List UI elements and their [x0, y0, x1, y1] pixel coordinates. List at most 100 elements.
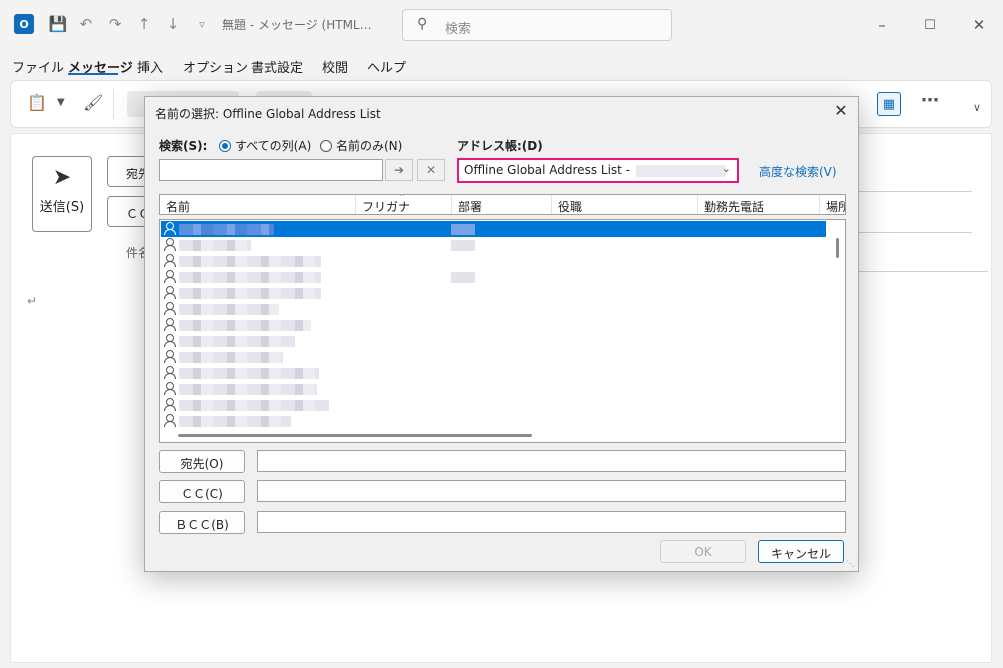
user-icon — [163, 222, 176, 235]
user-icon — [163, 382, 176, 395]
radio-name-only-indicator[interactable] — [320, 139, 332, 152]
list-item[interactable] — [161, 397, 826, 413]
bcc-recipient-field[interactable] — [257, 511, 846, 533]
user-icon — [163, 254, 176, 267]
vertical-scrollbar[interactable] — [836, 238, 839, 258]
user-icon — [163, 398, 176, 411]
menu-options[interactable]: オプション — [183, 57, 248, 76]
active-tab-indicator — [68, 73, 118, 75]
list-item[interactable] — [161, 285, 826, 301]
redacted-name — [179, 304, 279, 315]
radio-all-columns[interactable]: すべての列(A) — [219, 137, 311, 154]
column-business-phone[interactable]: 勤務先電話 — [698, 195, 820, 214]
to-recipient-field[interactable] — [257, 450, 846, 472]
search-label: 検索(S): — [159, 139, 208, 153]
list-item[interactable] — [161, 269, 826, 285]
addressbook-value: Offline Global Address List - — [464, 163, 631, 177]
addressbook-label: アドレス帳:(D) — [457, 139, 543, 153]
paste-dropdown-icon[interactable]: ▼ — [57, 97, 65, 108]
search-box[interactable]: ⚲ 検索 — [402, 9, 672, 41]
user-icon — [163, 414, 176, 427]
redo-icon[interactable]: ↷ — [105, 13, 125, 35]
minimize-icon[interactable]: – — [869, 12, 895, 38]
list-item[interactable] — [161, 301, 826, 317]
select-names-dialog: 名前の選択: Offline Global Address List ✕ 検索(… — [144, 96, 859, 572]
menu-help[interactable]: ヘルプ — [367, 57, 406, 76]
resize-grip-icon[interactable]: ⋱ — [846, 559, 856, 569]
arrow-down-icon[interactable]: ↓ — [163, 13, 183, 35]
window-title: 無題 - メッセージ (HTML… — [222, 18, 372, 32]
outlook-app-icon: O — [14, 14, 34, 34]
redacted-name — [179, 240, 251, 251]
list-item[interactable] — [161, 317, 826, 333]
cancel-button[interactable]: キャンセル — [758, 540, 844, 563]
ribbon-expand-icon[interactable]: ∨ — [973, 101, 981, 114]
menu-insert[interactable]: 挿入 — [137, 57, 163, 76]
cc-recipient-button[interactable]: ＣＣ(C) — [159, 480, 245, 503]
user-icon — [163, 270, 176, 283]
user-icon — [163, 238, 176, 251]
dialog-close-icon[interactable]: ✕ — [830, 99, 852, 121]
redacted-name — [179, 352, 283, 363]
paragraph-mark-icon[interactable]: ↵ — [27, 294, 37, 308]
paste-icon[interactable]: 📋 — [27, 93, 47, 112]
sort-caret-icon: ⌃ — [398, 194, 406, 203]
list-item[interactable] — [161, 381, 826, 397]
list-item[interactable] — [161, 237, 826, 253]
search-input[interactable] — [159, 159, 383, 181]
radio-name-only[interactable]: 名前のみ(N) — [320, 137, 402, 154]
send-label: 送信(S) — [39, 200, 85, 215]
cc-button[interactable]: ＣＣ — [107, 196, 147, 227]
menu-file[interactable]: ファイル — [12, 57, 64, 76]
close-window-icon[interactable]: ✕ — [966, 12, 992, 38]
more-options-icon[interactable]: ⋯ — [921, 90, 939, 111]
format-painter-icon[interactable]: 🖌 — [83, 93, 103, 112]
to-button[interactable]: 宛先 — [107, 156, 147, 187]
list-item[interactable] — [161, 365, 826, 381]
save-icon[interactable]: 💾 — [48, 13, 68, 35]
bcc-recipient-button[interactable]: ＢＣＣ(B) — [159, 511, 245, 534]
user-icon — [163, 350, 176, 363]
user-icon — [163, 302, 176, 315]
send-icon: ➤ — [52, 165, 72, 190]
redacted-name — [179, 416, 291, 427]
customize-quick-access-icon[interactable]: ▿ — [192, 13, 212, 35]
user-icon — [163, 334, 176, 347]
column-department[interactable]: 部署 — [452, 195, 552, 214]
column-location[interactable]: 場所 — [820, 195, 845, 214]
redacted-name — [179, 368, 319, 379]
radio-all-columns-indicator[interactable] — [219, 139, 231, 152]
maximize-icon[interactable]: ☐ — [917, 12, 943, 38]
search-placeholder: 検索 — [445, 22, 472, 37]
clear-search-icon[interactable]: ✕ — [417, 159, 445, 181]
ok-button[interactable]: OK — [660, 540, 746, 563]
column-name[interactable]: 名前 — [160, 195, 356, 214]
column-title[interactable]: 役職 — [552, 195, 698, 214]
cc-recipient-field[interactable] — [257, 480, 846, 502]
redacted-name — [179, 400, 329, 411]
address-list[interactable] — [159, 219, 846, 443]
go-arrow-icon[interactable]: ➔ — [385, 159, 413, 181]
advanced-search-link[interactable]: 高度な検索(V) — [759, 163, 837, 180]
send-button[interactable]: ➤ 送信(S) — [32, 156, 92, 232]
ribbon-separator — [113, 89, 114, 119]
menu-format[interactable]: 書式設定 — [251, 57, 303, 76]
list-item[interactable] — [161, 253, 826, 269]
user-icon — [163, 286, 176, 299]
undo-icon[interactable]: ↶ — [76, 13, 96, 35]
list-item[interactable] — [161, 413, 826, 429]
menu-review[interactable]: 校閲 — [322, 57, 348, 76]
horizontal-scrollbar[interactable] — [178, 434, 532, 437]
addressbook-select[interactable]: Offline Global Address List - ⌄ — [457, 158, 739, 183]
apps-grid-icon[interactable]: ▦ — [877, 92, 901, 116]
list-item[interactable] — [161, 333, 826, 349]
arrow-up-icon[interactable]: ↑ — [134, 13, 154, 35]
to-recipient-button[interactable]: 宛先(O) — [159, 450, 245, 473]
user-icon — [163, 366, 176, 379]
redacted-name — [179, 384, 317, 395]
list-item[interactable] — [161, 349, 826, 365]
list-header: 名前 フリガナ ⌃ 部署 役職 勤務先電話 場所 — [159, 194, 846, 215]
redacted-name — [179, 256, 321, 267]
list-item[interactable] — [161, 221, 826, 237]
redacted-name — [179, 320, 311, 331]
